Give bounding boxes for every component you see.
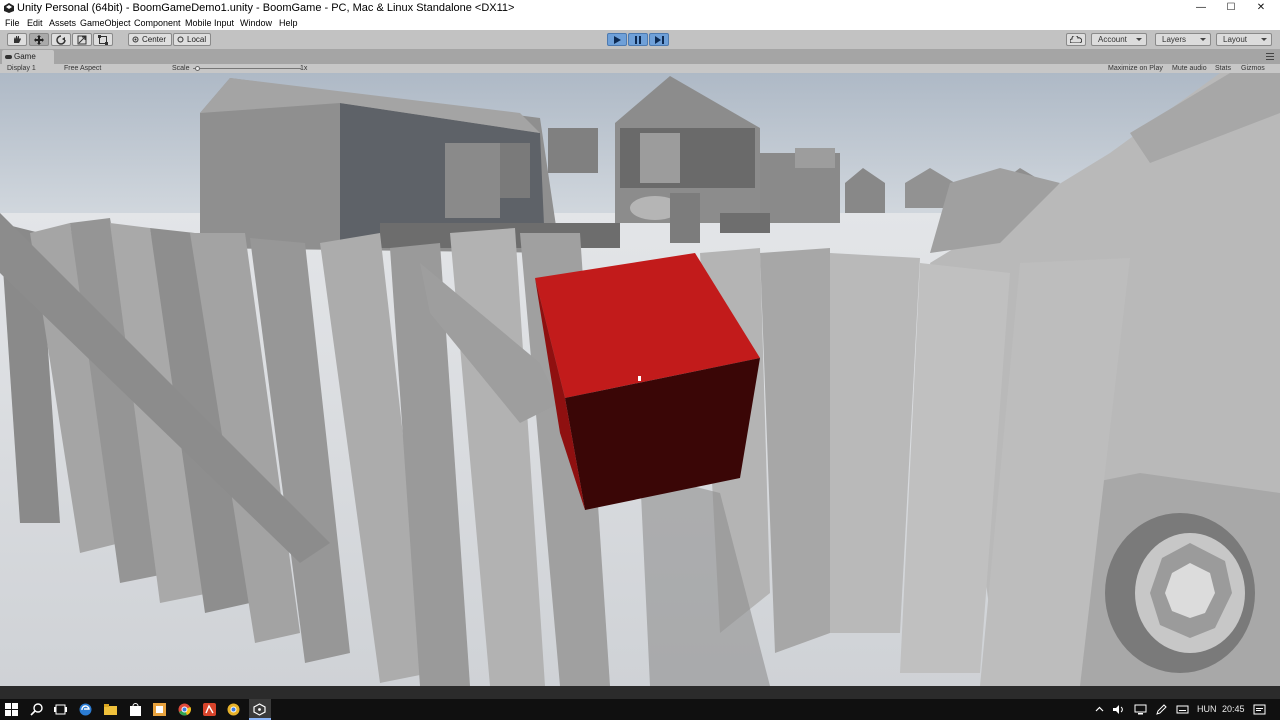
chrome-icon[interactable] — [178, 703, 191, 716]
network-icon[interactable] — [1134, 703, 1147, 716]
cloud-services-button[interactable] — [1066, 33, 1086, 46]
game-tab-label: Game — [14, 52, 36, 61]
scale-icon — [77, 35, 87, 44]
pause-icon — [635, 35, 641, 44]
scale-tool-button[interactable] — [72, 33, 92, 46]
search-icon[interactable] — [30, 703, 43, 716]
pivot-icon — [132, 36, 139, 43]
chrome-alt-icon[interactable] — [227, 703, 240, 716]
menu-window[interactable]: Window — [240, 16, 272, 30]
game-controller-icon — [5, 55, 12, 59]
taskbar: HUN 20:45 — [0, 699, 1280, 720]
menu-help[interactable]: Help — [279, 16, 298, 30]
windows-start-icon[interactable] — [5, 703, 18, 716]
scale-slider-handle[interactable] — [195, 66, 200, 71]
menu-bar: File Edit Assets GameObject Component Mo… — [0, 16, 1280, 30]
layers-label: Layers — [1162, 35, 1187, 44]
language-indicator[interactable]: HUN — [1197, 702, 1217, 717]
scale-label: Scale — [172, 65, 190, 72]
menu-gameobject[interactable]: GameObject — [80, 16, 131, 30]
window-title: Unity Personal (64bit) - BoomGameDemo1.u… — [17, 2, 515, 14]
menu-assets[interactable]: Assets — [49, 16, 76, 30]
pivot-center-toggle[interactable]: Center — [128, 33, 172, 46]
rotate-tool-button[interactable] — [51, 33, 71, 46]
crosshair — [638, 376, 641, 381]
menu-component[interactable]: Component — [134, 16, 181, 30]
close-button[interactable]: ✕ — [1246, 0, 1276, 16]
photo-app-icon[interactable] — [153, 703, 166, 716]
title-bar: Unity Personal (64bit) - BoomGameDemo1.u… — [0, 0, 1280, 16]
account-label: Account — [1098, 35, 1127, 44]
step-button[interactable] — [649, 33, 669, 46]
space-label: Local — [187, 35, 207, 44]
game-app-icon[interactable] — [203, 703, 216, 716]
pen-icon[interactable] — [1155, 703, 1168, 716]
layout-label: Layout — [1223, 35, 1248, 44]
volume-icon[interactable] — [1112, 703, 1125, 716]
status-strip — [0, 686, 1280, 699]
maximize-on-play-toggle[interactable]: Maximize on Play — [1108, 64, 1163, 73]
keyboard-icon[interactable] — [1176, 703, 1189, 716]
layout-dropdown[interactable]: Layout — [1216, 33, 1272, 46]
display-dropdown[interactable]: Display 1 — [7, 64, 36, 73]
edge-browser-icon[interactable] — [79, 703, 92, 716]
game-tab-strip: Game — [0, 49, 1280, 64]
menu-file[interactable]: File — [5, 16, 20, 30]
pivot-label: Center — [142, 35, 167, 44]
account-dropdown[interactable]: Account — [1091, 33, 1147, 46]
clock[interactable]: 20:45 — [1222, 702, 1245, 717]
scale-slider[interactable] — [193, 68, 301, 69]
aspect-dropdown[interactable]: Free Aspect — [64, 64, 101, 73]
notifications-icon[interactable] — [1253, 703, 1266, 716]
gizmos-dropdown[interactable]: Gizmos — [1241, 64, 1265, 73]
move-tool-button[interactable] — [29, 33, 49, 46]
unity-editor-window: Unity Personal (64bit) - BoomGameDemo1.u… — [0, 0, 1280, 720]
hand-icon — [14, 36, 21, 43]
pause-button[interactable] — [628, 33, 648, 46]
chevron-up-icon[interactable] — [1093, 703, 1106, 716]
play-icon — [614, 35, 621, 44]
file-explorer-icon[interactable] — [104, 703, 117, 716]
chevron-down-icon — [1136, 38, 1142, 41]
space-local-toggle[interactable]: Local — [173, 33, 211, 46]
minimize-button[interactable]: — — [1186, 0, 1216, 16]
menu-edit[interactable]: Edit — [27, 16, 43, 30]
task-view-icon[interactable] — [54, 703, 67, 716]
step-icon — [654, 35, 664, 44]
game-viewport[interactable] — [0, 73, 1280, 686]
layers-dropdown[interactable]: Layers — [1155, 33, 1211, 46]
chevron-down-icon — [1200, 38, 1206, 41]
menu-mobile-input[interactable]: Mobile Input — [185, 16, 234, 30]
mute-audio-toggle[interactable]: Mute audio — [1172, 64, 1207, 73]
play-button[interactable] — [607, 33, 627, 46]
hand-tool-button[interactable] — [7, 33, 27, 46]
unity-taskbar-icon — [253, 703, 266, 716]
rect-tool-icon — [98, 34, 108, 45]
cloud-icon — [1070, 36, 1082, 43]
maximize-button[interactable]: ☐ — [1216, 0, 1246, 16]
panel-menu-icon[interactable] — [1266, 53, 1274, 60]
main-toolbar: Center Local Account Layers Layout — [0, 30, 1280, 49]
store-icon[interactable] — [129, 703, 142, 716]
tab-game[interactable]: Game — [2, 50, 54, 64]
move-arrows-icon — [34, 34, 44, 45]
game-view-controls: Display 1 Free Aspect Scale 1x Maximize … — [0, 64, 1280, 73]
rotate-icon — [56, 34, 66, 45]
chevron-down-icon — [1261, 38, 1267, 41]
unity-logo-icon — [4, 3, 14, 13]
stats-toggle[interactable]: Stats — [1215, 64, 1231, 73]
scale-value: 1x — [300, 65, 308, 72]
taskbar-unity-app[interactable] — [249, 699, 271, 720]
rect-tool-button[interactable] — [93, 33, 113, 46]
local-space-icon — [177, 36, 184, 43]
